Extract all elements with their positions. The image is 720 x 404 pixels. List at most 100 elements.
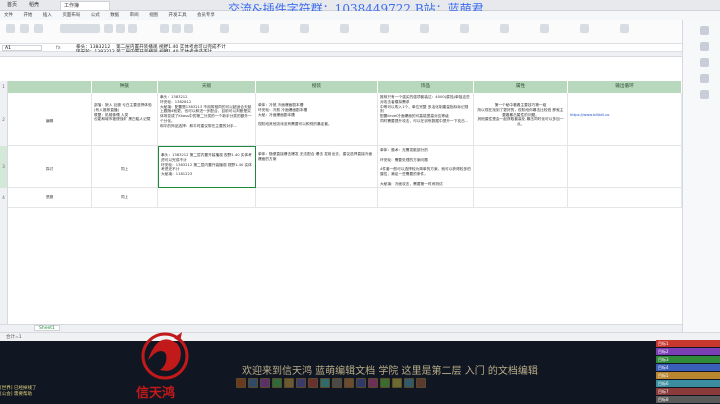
raid-member-bar[interactable]: 目标1 [656,340,720,347]
filter-icon[interactable] [420,24,429,33]
table-cell-stats[interactable] [474,188,568,208]
italic-icon[interactable] [116,24,125,33]
align-center-icon[interactable] [172,24,181,33]
table-cell-race[interactable]: 部落：狼人 巨魔 亏白主要选择体验 (有人推荐直播) 联盟：机械侏儒 人类 也能… [92,93,158,146]
menu-formulas[interactable]: 公式 [91,13,100,18]
header-cell-talent[interactable]: 天赋 [158,81,256,93]
row-column-icon[interactable] [580,24,589,33]
spell-slot-icon[interactable] [320,378,330,388]
table-cell-talent[interactable]: 拳头：1383212 环安轮：1382812 大秘境：配置是1383213 不用… [158,93,256,146]
chat-line: [世界] 已经掉线了 [0,386,37,391]
header-cell-blank[interactable] [8,81,92,93]
table-cell-stats[interactable]: 第一个秘中看看主要技巧第一组 所以现在找到了更好的，现阶段你暴击比较低 那就主要… [474,93,568,146]
raid-member-bar[interactable]: 目标8 [656,396,720,403]
header-cell-legendary[interactable]: 橙装 [256,81,378,93]
spell-slot-icon[interactable] [344,378,354,388]
paste-icon[interactable] [6,24,15,33]
backup-icon[interactable] [700,74,709,83]
row-number-column [0,208,8,324]
chat-frame: [世界] 已经掉线了 [公会] 需要帮助 [0,386,36,397]
merge-icon[interactable] [220,24,229,33]
table-cell-spec[interactable]: 探讨 [8,146,92,188]
raid-member-bar[interactable]: 目标4 [656,364,720,371]
table-cell-spec[interactable]: 编辑 [8,93,92,146]
table-cell-trinket[interactable]: 单体：魔术：无需发散部分的 环安轮：需要处理的方案问题 4件套一般可以选择较为简… [378,146,474,188]
spell-slot-icon[interactable] [272,378,282,388]
share-icon[interactable] [700,90,709,99]
spell-slot-icon[interactable] [284,378,294,388]
menu-view[interactable]: 视图 [149,13,158,18]
menu-home[interactable]: 开始 [23,13,32,18]
tab-home[interactable]: 首页 [4,1,20,10]
spell-slot-icon[interactable] [260,378,270,388]
menu-data[interactable]: 数据 [110,13,119,18]
sort-icon[interactable] [460,24,469,33]
table-cell-trinket[interactable] [378,188,474,208]
spell-slot-icon[interactable] [248,378,258,388]
raid-member-bar[interactable]: 目标5 [656,372,720,379]
table-cell-rotation-link[interactable]: https://www.bilibili.co [568,93,682,146]
spell-slot-icon[interactable] [296,378,306,388]
properties-icon[interactable] [700,26,709,35]
align-left-icon[interactable] [160,24,169,33]
table-cell-rotation[interactable] [568,146,682,188]
spreadsheet-grid[interactable]: 1 种族 天赋 橙装 饰品 属性 输出循环 2 编辑 部落：狼人 巨魔 亏白主要… [0,52,682,324]
cell-format-icon[interactable] [540,24,549,33]
menu-review[interactable]: 审阅 [130,13,139,18]
table-cell-legendary[interactable]: 单体：随便直接爆击爆发 无法配合 爆击 发射出去，建议选择直接冷面爆面的方案 [256,146,378,188]
fill-icon[interactable] [500,24,509,33]
table-cell-trinket[interactable]: 推荐只有一个强买的强项套装达：4000(腐蚀)单独这些 对攻击者模拟需求 中等可… [378,93,474,146]
align-right-icon[interactable] [184,24,193,33]
table-cell-talent-selected[interactable]: 拳头：1383212 第二层内置开装播观 视野1.40 实体考虑可以完成不计 环… [158,146,256,188]
header-cell-race[interactable]: 种族 [92,81,158,93]
style-icon[interactable] [700,42,709,51]
header-cell-stats[interactable]: 属性 [474,81,568,93]
menu-developer[interactable]: 开发工具 [169,13,187,18]
worksheet-icon[interactable] [620,24,629,33]
bold-icon[interactable] [104,24,113,33]
spell-slot-icon[interactable] [404,378,414,388]
cut-icon[interactable] [20,24,29,33]
raid-member-bar[interactable]: 目标2 [656,348,720,355]
spell-slot-icon[interactable] [416,378,426,388]
sheet-tab-sheet1[interactable]: Sheet1 [34,325,60,331]
table-cell-stats[interactable] [474,146,568,188]
menu-file[interactable]: 文件 [4,13,13,18]
spell-slot-icon[interactable] [356,378,366,388]
tab-workbook[interactable]: 工作簿 [60,1,110,10]
name-box[interactable]: A1 [2,45,42,51]
menu-page-layout[interactable]: 页面布局 [62,13,80,18]
menu-member[interactable]: 会员专享 [197,13,215,18]
table-cell-rotation[interactable] [568,188,682,208]
menu-bar: 文件 开始 插入 页面布局 公式 数据 审阅 视图 开发工具 会员专享 [0,11,720,20]
table-cell-spec[interactable]: 恶魔 [8,188,92,208]
conditional-format-icon[interactable] [300,24,309,33]
header-cell-rotation[interactable]: 输出循环 [568,81,682,93]
spell-slot-icon[interactable] [236,378,246,388]
raid-member-bar[interactable]: 目标7 [656,388,720,395]
ribbon-toolbar [0,20,720,44]
spell-slot-icon[interactable] [368,378,378,388]
font-select[interactable] [60,24,100,33]
menu-insert[interactable]: 插入 [43,13,52,18]
table-style-icon[interactable] [340,24,349,33]
number-format-icon[interactable] [260,24,269,33]
select-icon[interactable] [700,58,709,67]
table-cell-race[interactable]: 同上 [92,188,158,208]
sum-icon[interactable] [380,24,389,33]
table-cell-legendary[interactable]: 单体：冷煞 冷面爆面剧本槽 环安轮：冷煞 冷面爆面剧本槽 大秘：冷面爆面剧本槽 … [256,93,378,146]
tab-docer[interactable]: 稻壳 [26,1,42,10]
table-cell-race[interactable]: 同上 [92,146,158,188]
fx-icon[interactable]: fx [56,45,61,51]
table-cell-legendary[interactable] [256,188,378,208]
header-cell-trinket[interactable]: 饰品 [378,81,474,93]
spell-slot-icon[interactable] [380,378,390,388]
spell-slot-icon[interactable] [392,378,402,388]
raid-member-bar[interactable]: 目标6 [656,380,720,387]
raid-member-bar[interactable]: 目标3 [656,356,720,363]
table-cell-talent[interactable] [158,188,256,208]
copy-icon[interactable] [34,24,43,33]
underline-icon[interactable] [128,24,137,33]
spell-slot-icon[interactable] [332,378,342,388]
spell-slot-icon[interactable] [308,378,318,388]
